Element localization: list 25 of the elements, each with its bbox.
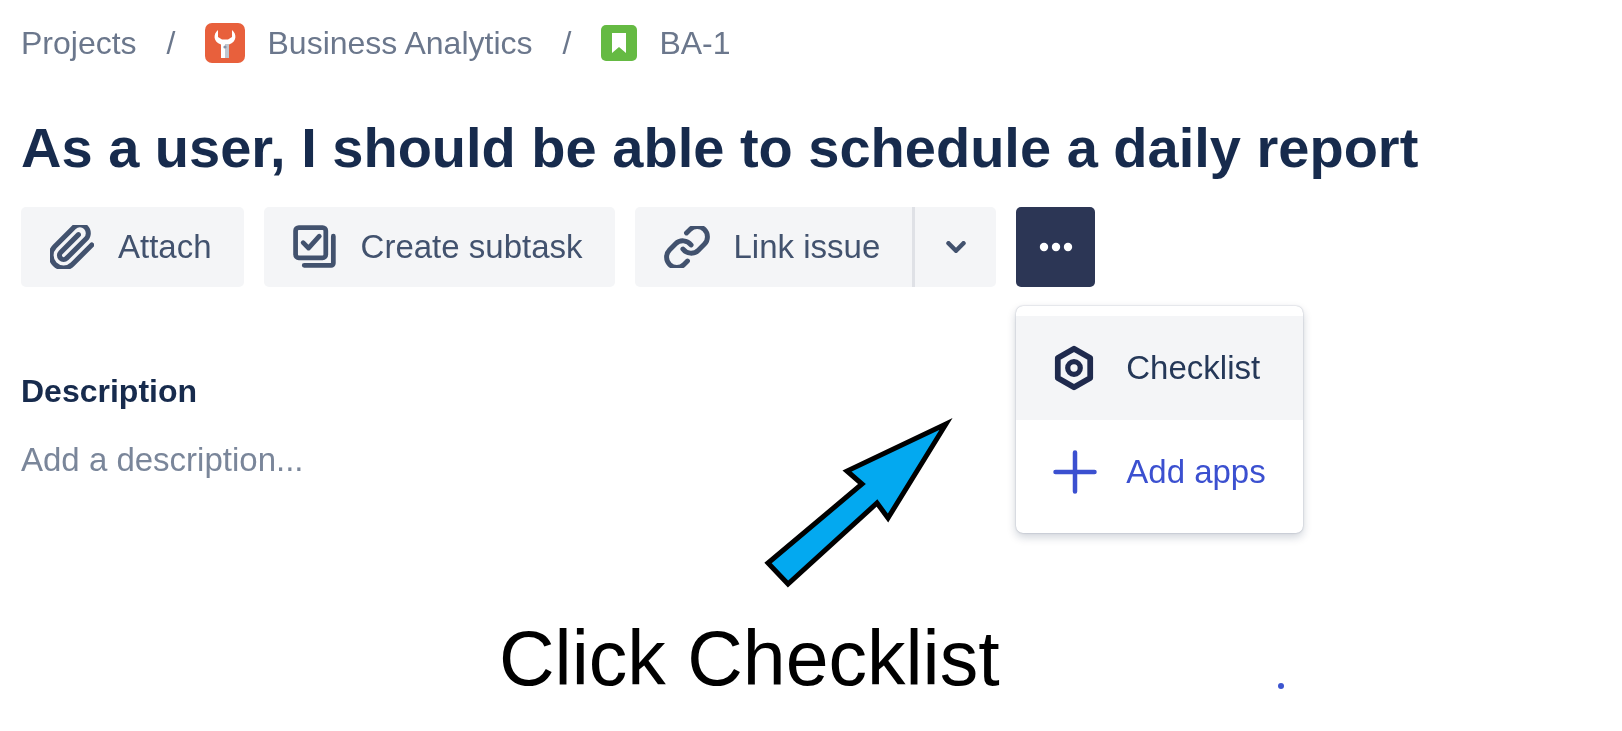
chevron-down-icon <box>945 241 966 253</box>
menu-item[interactable]: Checklist <box>1016 316 1304 420</box>
paperclip-icon <box>50 225 94 269</box>
description-heading: Description <box>21 372 198 411</box>
bookmark-icon <box>601 25 638 61</box>
subtask-icon <box>292 225 337 269</box>
breadcrumb-link[interactable]: Projects <box>21 23 137 63</box>
issue-title: As a user, I should be able to schedule a daily report <box>21 116 1419 180</box>
more-button[interactable] <box>1016 207 1096 287</box>
annotation-text: Click Checklist <box>499 620 1000 697</box>
dot-icon <box>1278 683 1284 689</box>
breadcrumb-separator: / <box>562 24 572 63</box>
hexagon-icon <box>1053 345 1096 391</box>
toolbar-button[interactable]: Link issue <box>634 207 916 287</box>
description-field[interactable]: Add a description... <box>21 440 351 480</box>
breadcrumb-link[interactable]: BA-1 <box>659 23 731 63</box>
menu-item[interactable]: Add apps <box>1016 420 1304 524</box>
plus-icon <box>1053 450 1098 494</box>
toolbar-button[interactable]: Attach <box>21 207 244 287</box>
breadcrumb-link[interactable]: Business Analytics <box>267 23 533 63</box>
more-icon <box>1038 242 1073 252</box>
toolbar-button[interactable]: Create subtask <box>263 207 615 287</box>
wrench-icon <box>205 23 246 63</box>
link-icon <box>663 226 710 268</box>
breadcrumb-separator: / <box>166 24 176 63</box>
